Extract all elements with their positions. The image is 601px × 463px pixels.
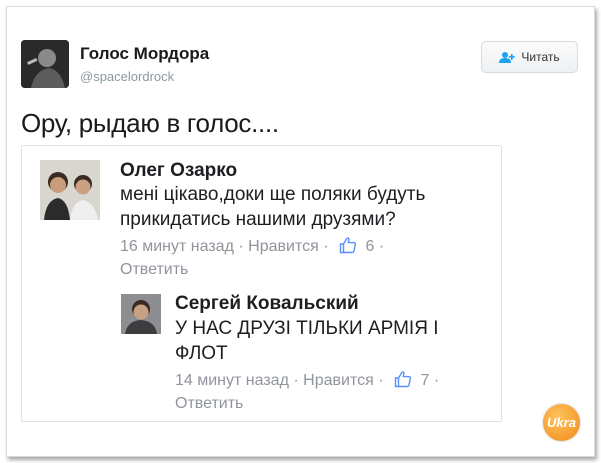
comment-avatar[interactable]: [40, 160, 100, 220]
like-thumb-icon[interactable]: [394, 370, 412, 388]
comment-meta: 14 минут назад · Нравится · 7 ·: [175, 369, 439, 393]
author-handle[interactable]: @spacelordrock: [80, 69, 174, 84]
comment-author-name[interactable]: Сергей Ковальский: [175, 293, 359, 315]
comment-time[interactable]: 14 минут назад: [175, 372, 289, 389]
like-count: 7: [420, 372, 430, 389]
comment-avatar[interactable]: [121, 294, 161, 334]
follow-button-label: Читать: [521, 50, 560, 64]
author-name[interactable]: Голос Мордора: [80, 44, 209, 64]
follow-person-icon: [499, 51, 516, 63]
like-count: 6: [365, 238, 375, 255]
comment-meta: 16 минут назад · Нравится · 6 ·: [120, 235, 384, 259]
separator: ·: [238, 238, 244, 255]
like-link[interactable]: Нравится: [303, 372, 374, 389]
comment-text-line: мені цікаво,доки ще поляки будуть: [120, 184, 426, 205]
separator: ·: [293, 372, 299, 389]
comment-time[interactable]: 16 минут назад: [120, 238, 234, 255]
author-avatar[interactable]: [21, 40, 69, 88]
comment-author-name[interactable]: Олег Озарко: [120, 160, 237, 182]
like-link[interactable]: Нравится: [248, 238, 319, 255]
comment-text-line: прикидатись нашими друзями?: [120, 209, 396, 230]
separator: ·: [378, 372, 384, 389]
reply-link[interactable]: Ответить: [175, 392, 243, 416]
like-thumb-icon[interactable]: [339, 236, 357, 254]
separator: ·: [378, 238, 385, 255]
comment-text-line: ФЛОТ: [175, 343, 228, 364]
tweet-text: Ору, рыдаю в голос....: [21, 108, 279, 138]
follow-button[interactable]: Читать: [481, 41, 578, 73]
separator: ·: [433, 372, 440, 389]
comment-text-line: У НАС ДРУЗІ ТІЛЬКИ АРМІЯ І: [175, 318, 439, 339]
separator: ·: [323, 238, 329, 255]
reply-link[interactable]: Ответить: [120, 258, 188, 282]
watermark-logo: Ukra: [543, 404, 580, 441]
